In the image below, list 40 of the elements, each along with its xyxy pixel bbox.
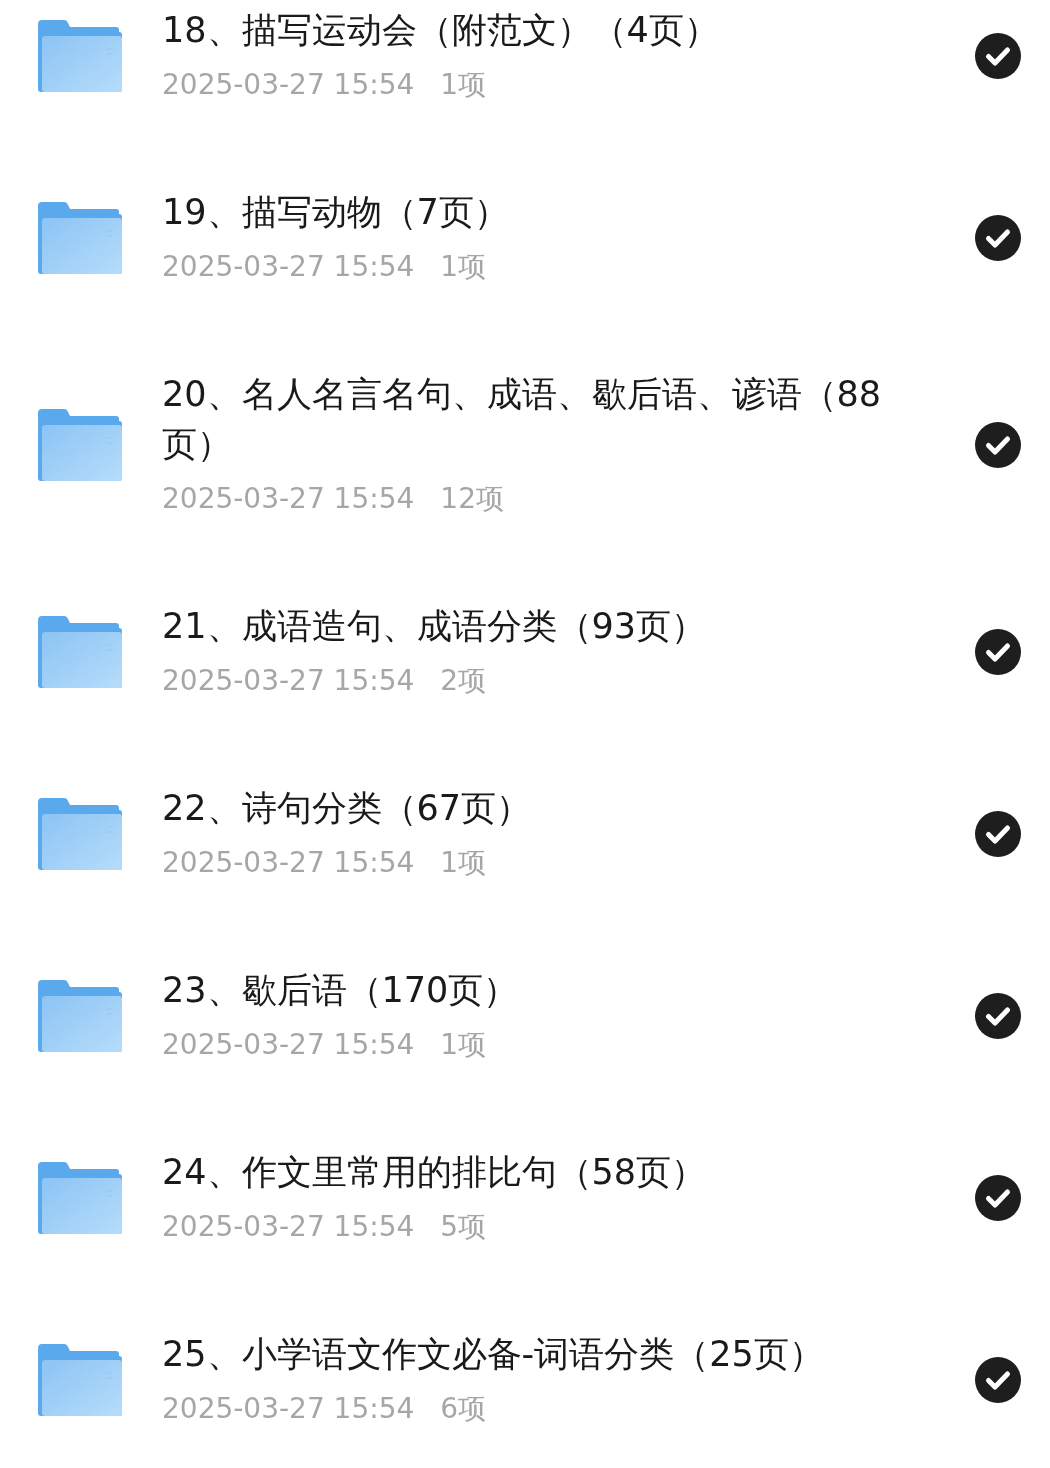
folder-name[interactable]: 24、作文里常用的排比句（58页）: [162, 1147, 912, 1197]
checked-icon[interactable]: [975, 215, 1021, 261]
checked-icon[interactable]: [975, 1357, 1021, 1403]
checked-icon[interactable]: [975, 1175, 1021, 1221]
folder-name[interactable]: 25、小学语文作文必备-词语分类（25页）: [162, 1329, 912, 1379]
checked-icon[interactable]: [975, 33, 1021, 79]
item-count: 1项: [440, 67, 487, 103]
modified-time: 2025-03-27 15:54: [162, 481, 415, 517]
item-count: 1项: [440, 249, 487, 285]
item-count: 12项: [440, 481, 504, 517]
modified-time: 2025-03-27 15:54: [162, 1209, 415, 1245]
folder-name[interactable]: 19、描写动物（7页）: [162, 187, 912, 237]
modified-time: 2025-03-27 15:54: [162, 1391, 415, 1427]
item-count: 6项: [440, 1391, 487, 1427]
folder-icon: [36, 614, 122, 690]
modified-time: 2025-03-27 15:54: [162, 845, 415, 881]
item-count: 1项: [440, 1027, 487, 1063]
folder-icon: [36, 18, 122, 94]
modified-time: 2025-03-27 15:54: [162, 663, 415, 699]
checked-icon[interactable]: [975, 629, 1021, 675]
item-count: 2项: [440, 663, 487, 699]
folder-name[interactable]: 20、名人名言名句、成语、歇后语、谚语（88页）: [162, 369, 912, 469]
folder-icon: [36, 796, 122, 872]
folder-name[interactable]: 22、诗句分类（67页）: [162, 783, 912, 833]
folder-icon: [36, 978, 122, 1054]
modified-time: 2025-03-27 15:54: [162, 249, 415, 285]
item-count: 5项: [440, 1209, 487, 1245]
modified-time: 2025-03-27 15:54: [162, 1027, 415, 1063]
checked-icon[interactable]: [975, 811, 1021, 857]
checked-icon[interactable]: [975, 993, 1021, 1039]
checked-icon[interactable]: [975, 422, 1021, 468]
folder-icon: [36, 1160, 122, 1236]
modified-time: 2025-03-27 15:54: [162, 67, 415, 103]
folder-icon: [36, 407, 122, 483]
item-count: 1项: [440, 845, 487, 881]
folder-name[interactable]: 23、歇后语（170页）: [162, 965, 912, 1015]
folder-name[interactable]: 21、成语造句、成语分类（93页）: [162, 601, 912, 651]
folder-icon: [36, 1342, 122, 1418]
folder-name[interactable]: 18、描写运动会（附范文）（4页）: [162, 5, 912, 55]
folder-icon: [36, 200, 122, 276]
